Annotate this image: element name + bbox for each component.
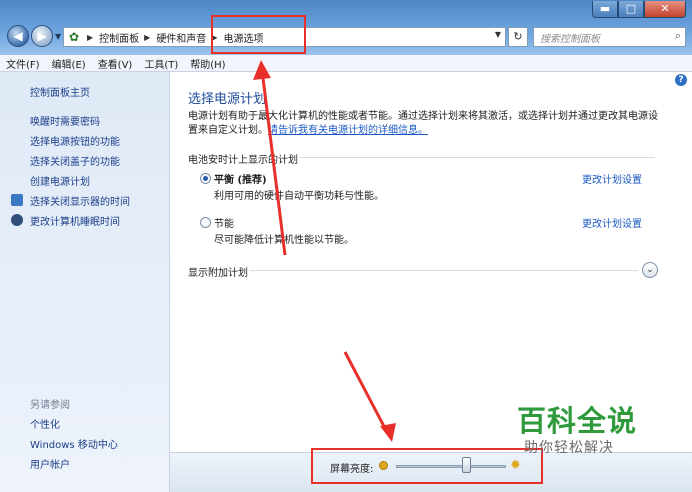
breadcrumb-control-panel[interactable]: 控制面板 xyxy=(99,30,139,45)
sidebar-item-personalization[interactable]: 个性化 xyxy=(30,416,60,431)
extra-plans-label[interactable]: 显示附加计划 xyxy=(188,264,248,279)
plan-balanced-name[interactable]: 平衡 (推荐) xyxy=(214,171,267,186)
back-button[interactable]: ◀ xyxy=(7,25,29,47)
sidebar-item-power-button[interactable]: 选择电源按钮的功能 xyxy=(30,133,120,148)
monitor-icon xyxy=(11,194,23,206)
sidebar-item-create-plan[interactable]: 创建电源计划 xyxy=(30,173,90,188)
arrowhead-down xyxy=(380,423,396,442)
maximize-button[interactable]: □ xyxy=(618,1,644,18)
divider xyxy=(300,157,655,158)
search-icon[interactable]: ⌕ xyxy=(675,29,681,43)
minimize-button[interactable]: ▬ xyxy=(592,1,618,18)
annotation-box-brightness xyxy=(311,448,543,484)
search-placeholder: 搜索控制面板 xyxy=(540,34,600,45)
menu-view[interactable]: 查看(V) xyxy=(98,56,133,71)
plan-power-saver-radio[interactable] xyxy=(200,217,211,228)
plan-balanced-desc: 利用可用的硬件自动平衡功耗与性能。 xyxy=(214,191,384,202)
sidebar-item-home[interactable]: 控制面板主页 xyxy=(30,84,90,99)
chevron-right-icon[interactable]: ▶ xyxy=(144,33,150,42)
watermark-subtitle: 助你轻松解决 xyxy=(524,440,614,456)
plans-group-label: 电池安时计上显示的计划 xyxy=(188,155,298,166)
plan-power-saver-desc: 尽可能降低计算机性能以节能。 xyxy=(214,235,354,246)
page-description: 电源计划有助于最大化计算机的性能或者节能。通过选择计划来将其激活，或选择计划并通… xyxy=(188,110,663,138)
plan-power-saver-change-link[interactable]: 更改计划设置 xyxy=(582,215,642,230)
refresh-button[interactable]: ↻ xyxy=(508,27,528,47)
search-input[interactable]: 搜索控制面板 ⌕ xyxy=(533,27,686,47)
page-title: 选择电源计划 xyxy=(188,92,267,107)
menu-file[interactable]: 文件(F) xyxy=(6,56,40,71)
sidebar-item-mobility-center[interactable]: Windows 移动中心 xyxy=(30,436,118,451)
breadcrumb-hardware-sound[interactable]: 硬件和声音 xyxy=(156,30,206,45)
menu-tools[interactable]: 工具(T) xyxy=(144,56,178,71)
window-controls: ▬ □ ✕ xyxy=(592,1,686,18)
control-panel-icon: ✿ xyxy=(68,30,80,44)
recent-pages-dropdown[interactable]: ▼ xyxy=(55,32,61,41)
chevron-down-icon[interactable]: ▼ xyxy=(495,30,501,39)
help-button[interactable]: ? xyxy=(675,74,687,86)
sidebar-item-lid-close[interactable]: 选择关闭盖子的功能 xyxy=(30,153,120,168)
plan-power-saver-name[interactable]: 节能 xyxy=(214,215,234,230)
chevron-right-icon[interactable]: ▶ xyxy=(87,33,93,42)
menu-bar: 文件(F) 编辑(E) 查看(V) 工具(T) 帮助(H) xyxy=(0,55,692,72)
expand-extra-plans-button[interactable]: ⌄ xyxy=(642,262,658,278)
menu-help[interactable]: 帮助(H) xyxy=(190,56,225,71)
annotation-box-breadcrumb xyxy=(211,15,306,54)
forward-button[interactable]: ▶ xyxy=(31,25,53,47)
arrow-to-brightness xyxy=(343,351,390,435)
help-icon: ? xyxy=(678,75,684,85)
plan-balanced-change-link[interactable]: 更改计划设置 xyxy=(582,171,642,186)
arrow-left-icon: ◀ xyxy=(13,29,23,43)
chevron-down-icon: ⌄ xyxy=(646,265,654,275)
sidebar-item-wake-password[interactable]: 唤醒时需要密码 xyxy=(30,113,100,128)
learn-more-link[interactable]: 请告诉我有关电源计划的详细信息。 xyxy=(268,125,428,136)
plan-balanced-radio[interactable] xyxy=(200,173,211,184)
watermark-title: 百科全说 xyxy=(517,404,638,438)
moon-icon xyxy=(11,214,23,226)
sidebar-item-user-accounts[interactable]: 用户帐户 xyxy=(30,456,70,471)
sidebar-item-display-off[interactable]: 选择关闭显示器的时间 xyxy=(30,193,130,208)
refresh-icon: ↻ xyxy=(513,30,523,43)
divider xyxy=(250,270,638,271)
menu-edit[interactable]: 编辑(E) xyxy=(52,56,86,71)
arrow-right-icon: ▶ xyxy=(37,29,47,43)
sidebar-see-also-heading: 另请参阅 xyxy=(30,400,70,411)
close-button[interactable]: ✕ xyxy=(644,1,686,18)
sidebar-item-sleep-time[interactable]: 更改计算机睡眠时间 xyxy=(30,213,120,228)
